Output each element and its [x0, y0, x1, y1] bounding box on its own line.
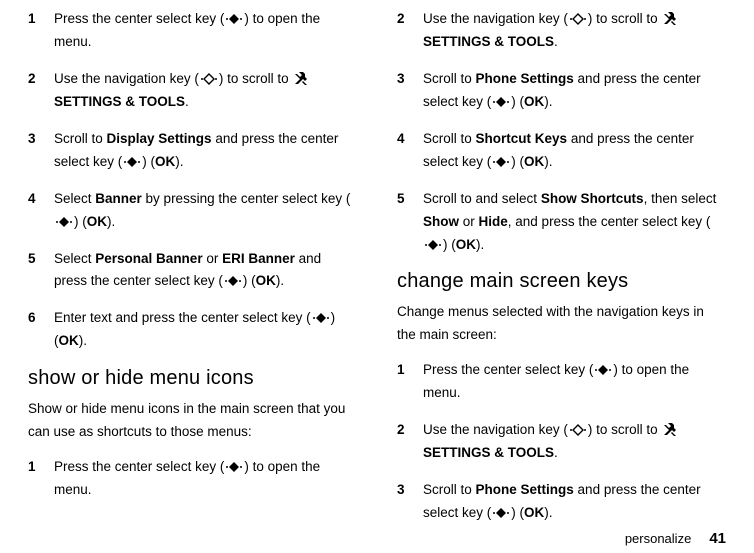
instruction-step: 3Scroll to Display Settings and press th…: [28, 128, 357, 174]
bold-term: Display Settings: [107, 131, 212, 146]
bold-term: SETTINGS & TOOLS: [54, 94, 185, 109]
step-number: 1: [28, 8, 54, 54]
center-select-key-icon: [492, 96, 510, 108]
bold-term: SETTINGS & TOOLS: [423, 34, 554, 49]
step-text: Press the center select key () to open t…: [54, 456, 357, 502]
instruction-step: 1Press the center select key () to open …: [28, 456, 357, 502]
footer-page-number: 41: [709, 530, 726, 547]
section-intro: Change menus selected with the navigatio…: [397, 301, 726, 347]
center-select-key-icon: [312, 312, 330, 324]
step-text: Select Personal Banner or ERI Banner and…: [54, 248, 357, 294]
instruction-step: 5Select Personal Banner or ERI Banner an…: [28, 248, 357, 294]
navigation-key-icon: [569, 13, 587, 25]
bold-term: OK: [59, 333, 79, 348]
step-number: 2: [397, 8, 423, 54]
step-number: 3: [397, 68, 423, 114]
step-number: 3: [397, 479, 423, 525]
bold-term: OK: [524, 94, 544, 109]
instruction-step: 2Use the navigation key () to scroll to …: [397, 8, 726, 54]
step-text: Enter text and press the center select k…: [54, 307, 357, 353]
instruction-step: 1Press the center select key () to open …: [397, 359, 726, 405]
step-text: Use the navigation key () to scroll to S…: [423, 8, 726, 54]
step-number: 1: [28, 456, 54, 502]
step-text: Scroll to Phone Settings and press the c…: [423, 479, 726, 525]
right-column: 2Use the navigation key () to scroll to …: [397, 8, 726, 539]
bold-term: Phone Settings: [476, 482, 574, 497]
step-text: Press the center select key () to open t…: [54, 8, 357, 54]
center-select-key-icon: [123, 156, 141, 168]
bold-term: Show: [423, 214, 459, 229]
step-text: Scroll to Shortcut Keys and press the ce…: [423, 128, 726, 174]
instruction-step: 2Use the navigation key () to scroll to …: [397, 419, 726, 465]
footer: personalize 41: [625, 530, 726, 547]
step-text: Scroll to Phone Settings and press the c…: [423, 68, 726, 114]
step-number: 5: [397, 188, 423, 257]
step-text: Press the center select key () to open t…: [423, 359, 726, 405]
step-number: 5: [28, 248, 54, 294]
bold-term: Phone Settings: [476, 71, 574, 86]
step-number: 1: [397, 359, 423, 405]
center-select-key-icon: [492, 156, 510, 168]
bold-term: OK: [256, 273, 276, 288]
step-text: Scroll to Display Settings and press the…: [54, 128, 357, 174]
instruction-step: 4Select Banner by pressing the center se…: [28, 188, 357, 234]
instruction-step: 4Scroll to Shortcut Keys and press the c…: [397, 128, 726, 174]
settings-tools-icon: [293, 72, 309, 86]
center-select-key-icon: [224, 275, 242, 287]
step-text: Scroll to and select Show Shortcuts, the…: [423, 188, 726, 257]
bold-term: SETTINGS & TOOLS: [423, 445, 554, 460]
center-select-key-icon: [594, 364, 612, 376]
instruction-step: 1Press the center select key () to open …: [28, 8, 357, 54]
step-number: 2: [397, 419, 423, 465]
step-text: Use the navigation key () to scroll to S…: [423, 419, 726, 465]
instruction-step: 3Scroll to Phone Settings and press the …: [397, 479, 726, 525]
left-column: 1Press the center select key () to open …: [28, 8, 357, 539]
instruction-step: 6Enter text and press the center select …: [28, 307, 357, 353]
step-number: 2: [28, 68, 54, 114]
bold-term: OK: [524, 505, 544, 520]
step-number: 4: [397, 128, 423, 174]
center-select-key-icon: [492, 507, 510, 519]
bold-term: Show Shortcuts: [541, 191, 644, 206]
bold-term: OK: [155, 154, 175, 169]
bold-term: ERI Banner: [222, 251, 295, 266]
center-select-key-icon: [55, 216, 73, 228]
navigation-key-icon: [200, 73, 218, 85]
section-intro: Show or hide menu icons in the main scre…: [28, 398, 357, 444]
settings-tools-icon: [662, 423, 678, 437]
navigation-key-icon: [569, 424, 587, 436]
bold-term: OK: [87, 214, 107, 229]
bold-term: Hide: [479, 214, 508, 229]
instruction-step: 5Scroll to and select Show Shortcuts, th…: [397, 188, 726, 257]
step-text: Use the navigation key () to scroll to S…: [54, 68, 357, 114]
step-text: Select Banner by pressing the center sel…: [54, 188, 357, 234]
center-select-key-icon: [225, 461, 243, 473]
step-number: 4: [28, 188, 54, 234]
instruction-step: 2Use the navigation key () to scroll to …: [28, 68, 357, 114]
bold-term: Banner: [95, 191, 142, 206]
bold-term: OK: [456, 237, 476, 252]
settings-tools-icon: [662, 12, 678, 26]
step-number: 3: [28, 128, 54, 174]
bold-term: Personal Banner: [95, 251, 202, 266]
step-number: 6: [28, 307, 54, 353]
center-select-key-icon: [225, 13, 243, 25]
footer-section-label: personalize: [625, 531, 692, 546]
instruction-step: 3Scroll to Phone Settings and press the …: [397, 68, 726, 114]
center-select-key-icon: [424, 239, 442, 251]
bold-term: OK: [524, 154, 544, 169]
section-heading: change main screen keys: [397, 270, 726, 293]
section-heading: show or hide menu icons: [28, 367, 357, 390]
bold-term: Shortcut Keys: [476, 131, 568, 146]
